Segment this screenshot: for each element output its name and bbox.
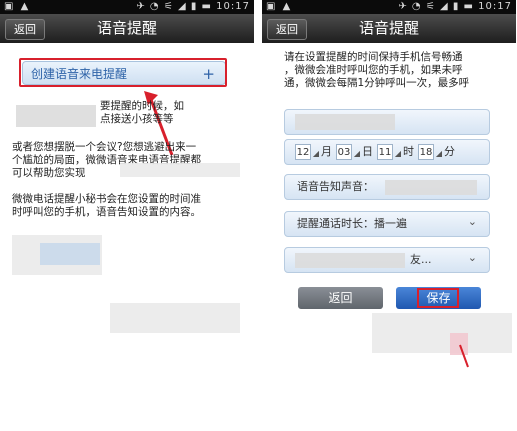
content-area: 请在设置提醒的时间保持手机信号畅通 ，微微会准时呼叫您的手机，如果未呼 通，微微… [262,43,516,370]
hour-field[interactable]: 11 ◢ [377,144,401,160]
blurred-region [295,253,405,268]
highlight-annotation [19,58,227,87]
blurred-region [16,105,96,127]
spinner-icon: ◢ [353,149,360,158]
minute-unit: 分 [444,145,455,158]
spinner-icon: ◢ [394,149,401,158]
duration-selector[interactable]: 提醒通话时长：播一遍 ⌄ [284,211,490,237]
title-bar: 语音提醒 返回 [0,14,254,43]
blurred-region [295,114,395,130]
blurred-region [372,313,512,353]
screen-reminder-settings: ▣ ▲ ✈ ◔ ⚟ ◢ ▮ ▬ 10:17 语音提醒 返回 请在设置提醒的时间保… [262,0,516,370]
day-unit: 日 [362,145,373,158]
sound-selector[interactable]: 语音告知声音： [284,174,490,200]
highlight-annotation [417,288,459,308]
annotation-arrow-icon [459,344,469,368]
clock: 10:17 [216,1,250,12]
spinner-icon: ◢ [435,149,442,158]
chevron-down-icon: ⌄ [467,215,477,228]
reminder-content-field[interactable] [284,109,490,135]
datetime-picker: 12 ◢ 月 03 ◢ 日 11 ◢ 时 18 ◢ 分 [284,139,490,165]
status-icons: ✈ ◔ ⚟ ◢ ▮ ▬ 10:17 [398,1,512,12]
month-field[interactable]: 12 ◢ [295,144,319,160]
status-bar: ▣ ▲ ✈ ◔ ⚟ ◢ ▮ ▬ 10:17 [0,0,254,14]
intro-text: 请在设置提醒的时间保持手机信号畅通 ，微微会准时呼叫您的手机，如果未呼 通，微微… [284,51,470,89]
blurred-region [385,180,477,195]
sound-label: 语音告知声音： [297,180,374,193]
minute-field[interactable]: 18 ◢ [418,144,442,160]
status-bar: ▣ ▲ ✈ ◔ ⚟ ◢ ▮ ▬ 10:17 [262,0,516,14]
blurred-region [40,243,100,265]
back-button[interactable]: 返回 [267,19,307,40]
blurred-region [110,303,240,333]
title-bar: 语音提醒 返回 [262,14,516,43]
notification-icons: ▣ ▲ [4,1,31,12]
datetime-fields: 12 ◢ 月 03 ◢ 日 11 ◢ 时 18 ◢ 分 [295,143,457,161]
duration-label: 提醒通话时长：播一遍 [297,217,407,230]
clock: 10:17 [478,1,512,12]
chevron-down-icon: ⌄ [467,251,477,264]
contact-selector[interactable]: 友... ⌄ [284,247,490,273]
spinner-icon: ◢ [312,149,319,158]
day-field[interactable]: 03 ◢ [336,144,360,160]
blurred-region [120,163,240,177]
status-icons: ✈ ◔ ⚟ ◢ ▮ ▬ 10:17 [136,1,250,12]
screen-reminder-list: ▣ ▲ ✈ ◔ ⚟ ◢ ▮ ▬ 10:17 语音提醒 返回 创建语音来电提醒 +… [0,0,254,370]
back-button[interactable]: 返回 [5,19,45,40]
back-button-bottom[interactable]: 返回 [298,287,383,309]
notification-icons: ▣ ▲ [266,1,293,12]
hour-unit: 时 [403,145,414,158]
content-area: 创建语音来电提醒 + 要提醒的时候，如 点接送小孩等等 或者您想摆脱一个会议?您… [0,43,254,370]
contact-label: 友... [410,253,432,266]
description-text-1: 要提醒的时候，如 点接送小孩等等 [100,100,184,125]
month-unit: 月 [321,145,332,158]
description-text-3: 微微电话提醒小秘书会在您设置的时间准 时呼叫您的手机，语音告知设置的内容。 [12,193,201,218]
